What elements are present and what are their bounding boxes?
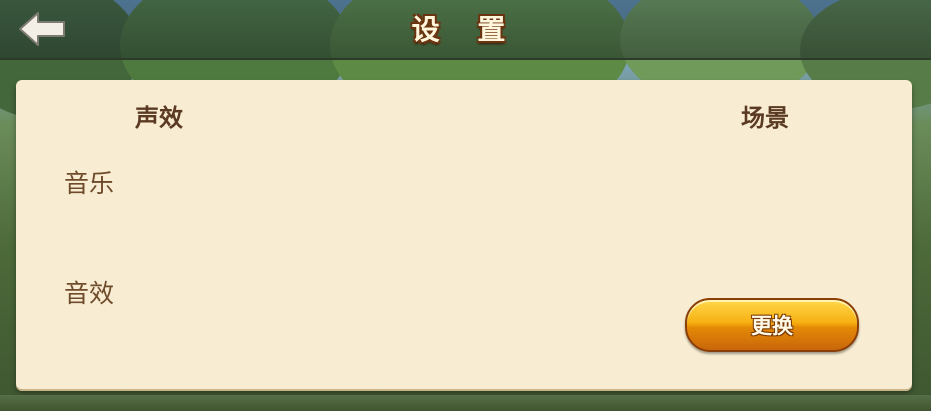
bottom-strip (0, 395, 931, 411)
page-title: 设 置 (411, 13, 520, 46)
header-bar: 设 置 (0, 0, 931, 60)
change-scene-button[interactable]: 更换 (685, 298, 859, 352)
sfx-label: 音效 (64, 279, 115, 308)
music-label: 音乐 (64, 169, 115, 198)
section-scene-title: 场景 (741, 104, 789, 132)
change-scene-button-label: 更换 (751, 314, 793, 338)
settings-panel: 声效 场景 音乐 音效 更换 (16, 80, 912, 389)
section-sound-title: 声效 (135, 104, 183, 132)
